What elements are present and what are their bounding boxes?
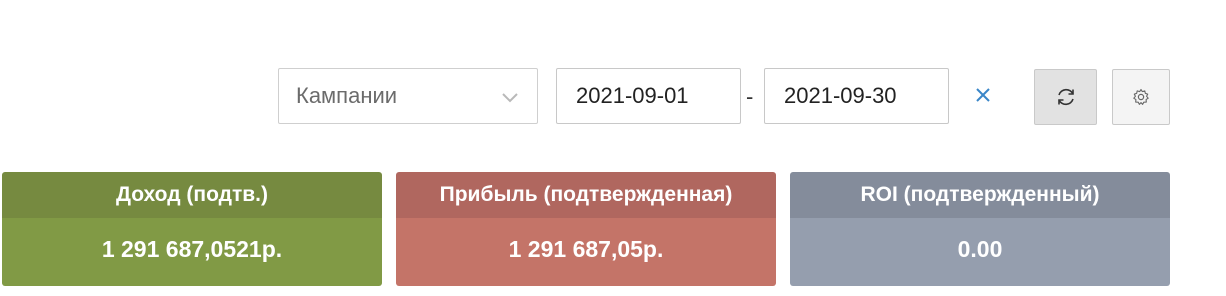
gear-icon	[1133, 88, 1149, 105]
settings-button[interactable]	[1112, 69, 1170, 125]
profit-card: Прибыль (подтвержденная) 1 291 687,05р.	[396, 172, 776, 286]
chevron-down-icon	[502, 93, 518, 103]
roi-card-title: ROI (подтвержденный)	[790, 172, 1170, 218]
date-from-value: 2021-09-01	[576, 83, 689, 108]
profit-card-title: Прибыль (подтвержденная)	[396, 172, 776, 218]
date-range-separator: -	[746, 84, 754, 109]
campaign-select[interactable]: Кампании	[278, 68, 538, 124]
date-to-value: 2021-09-30	[784, 83, 897, 108]
roi-card-value: 0.00	[790, 218, 1170, 286]
roi-card: ROI (подтвержденный) 0.00	[790, 172, 1170, 286]
refresh-icon	[1057, 88, 1074, 106]
refresh-button[interactable]	[1034, 69, 1097, 125]
campaign-select-placeholder: Кампании	[296, 83, 398, 108]
profit-card-value: 1 291 687,05р.	[396, 218, 776, 286]
close-icon[interactable]	[972, 84, 994, 106]
income-card: Доход (подтв.) 1 291 687,0521р.	[2, 172, 382, 286]
income-card-title: Доход (подтв.)	[2, 172, 382, 218]
income-card-value: 1 291 687,0521р.	[2, 218, 382, 286]
date-from-input[interactable]: 2021-09-01	[556, 68, 741, 124]
date-to-input[interactable]: 2021-09-30	[764, 68, 949, 124]
